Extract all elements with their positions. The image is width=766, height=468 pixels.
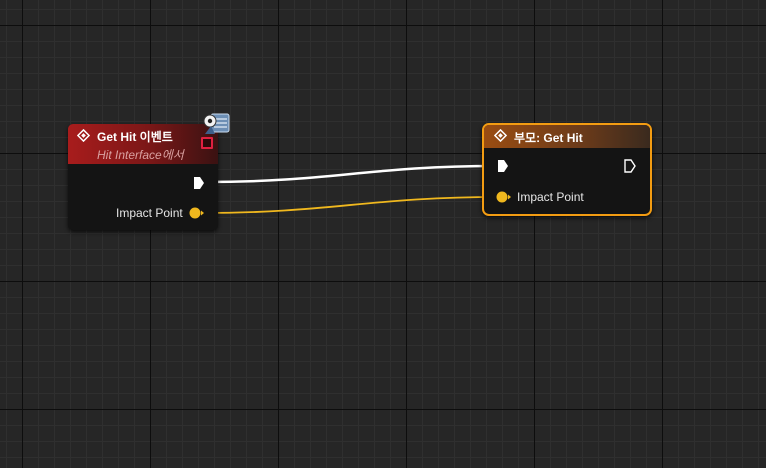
impact-point-input-label: Impact Point xyxy=(517,190,584,204)
interface-event-icon xyxy=(203,113,230,134)
exec-input-pin[interactable] xyxy=(497,159,509,173)
parent-get-hit-node[interactable]: 부모: Get Hit Impact Point xyxy=(482,123,652,216)
impact-point-wire[interactable] xyxy=(202,196,501,214)
event-node-title: Get Hit 이벤트 xyxy=(97,130,173,144)
exec-wire[interactable] xyxy=(205,164,498,184)
impact-point-output-label: Impact Point xyxy=(116,206,183,220)
parent-node-title: 부모: Get Hit xyxy=(514,131,583,145)
get-hit-event-node[interactable]: Get Hit 이벤트 Hit Interface에서 Impact Point xyxy=(68,124,218,230)
impact-point-input-pin[interactable] xyxy=(496,190,512,204)
wire-layer xyxy=(202,164,501,214)
exec-output-pin[interactable] xyxy=(624,159,636,173)
exec-output-pin[interactable] xyxy=(193,176,205,190)
impact-point-output-pin[interactable] xyxy=(189,206,205,220)
interface-badge-icon xyxy=(201,137,213,149)
event-diamond-icon xyxy=(77,129,90,142)
event-node-subtitle: Hit Interface에서 xyxy=(97,148,184,162)
function-diamond-icon xyxy=(494,129,507,142)
blueprint-graph-canvas[interactable]: Get Hit 이벤트 Hit Interface에서 Impact Point… xyxy=(0,0,766,468)
